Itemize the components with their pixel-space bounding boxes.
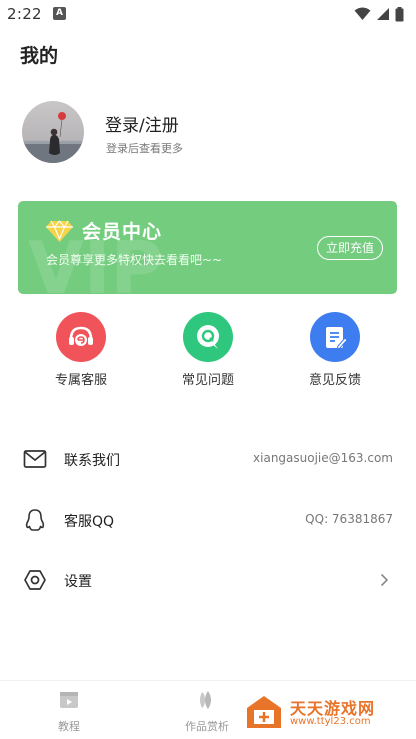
question-bubble-icon — [183, 312, 233, 362]
notification-a-icon: A — [53, 7, 66, 20]
qq-icon — [23, 508, 47, 532]
diamond-icon — [46, 220, 73, 242]
status-indicators — [354, 6, 404, 22]
vip-description: 会员尊享更多特权快去看看吧~~ — [46, 253, 223, 267]
battery-icon — [395, 6, 404, 21]
nav-label: 作品赏析 — [185, 720, 229, 733]
feedback-doc-icon — [310, 312, 360, 362]
recharge-button[interactable]: 立即充值 — [317, 236, 383, 260]
row-value: xiangasuojie@163.com — [253, 451, 393, 465]
row-label: 联系我们 — [64, 453, 120, 469]
shortcut-label: 常见问题 — [181, 373, 234, 388]
list-item-service-qq[interactable]: 客服QQ QQ: 76381867 — [0, 500, 416, 540]
shortcut-label: 专属客服 — [54, 373, 107, 388]
row-label: 设置 — [64, 574, 92, 590]
status-time: 2:22 — [7, 5, 42, 23]
shortcut-label: 意见反馈 — [308, 373, 361, 388]
vip-card[interactable]: VIP 会员中心 会员尊享更多特权快去看看吧~~ 立即充值 — [18, 201, 397, 294]
works-icon — [200, 691, 211, 709]
watermark-url: www.ttyl23.com — [290, 716, 371, 727]
nav-label: 教程 — [58, 720, 80, 733]
nav-tutorial[interactable]: 教程 — [29, 689, 109, 734]
shortcut-exclusive-service[interactable]: 专属客服 — [36, 312, 126, 388]
login-subtitle: 登录后查看更多 — [106, 142, 183, 155]
page-title: 我的 — [20, 45, 59, 67]
wifi-icon — [354, 7, 371, 20]
chevron-right-icon — [380, 573, 389, 587]
list-item-contact-us[interactable]: 联系我们 xiangasuojie@163.com — [0, 439, 416, 479]
row-label: 客服QQ — [64, 514, 115, 530]
tutorial-icon — [60, 692, 78, 708]
status-bar: 2:22 A — [0, 0, 416, 30]
mail-icon — [23, 447, 47, 471]
site-watermark: 天天游戏网 www.ttyl23.com — [243, 692, 413, 732]
house-logo-icon — [247, 696, 281, 728]
row-value: QQ: 76381867 — [305, 512, 393, 526]
headset-icon — [56, 312, 106, 362]
shortcut-feedback[interactable]: 意见反馈 — [290, 312, 380, 388]
nav-works[interactable]: 作品赏析 — [167, 689, 247, 734]
shortcut-faq[interactable]: 常见问题 — [163, 312, 253, 388]
signal-icon — [377, 8, 389, 20]
avatar[interactable] — [22, 101, 84, 163]
list-item-settings[interactable]: 设置 — [0, 560, 416, 600]
settings-icon — [23, 568, 47, 592]
login-register-link[interactable]: 登录/注册 — [105, 111, 179, 136]
vip-title: 会员中心 — [82, 221, 163, 243]
